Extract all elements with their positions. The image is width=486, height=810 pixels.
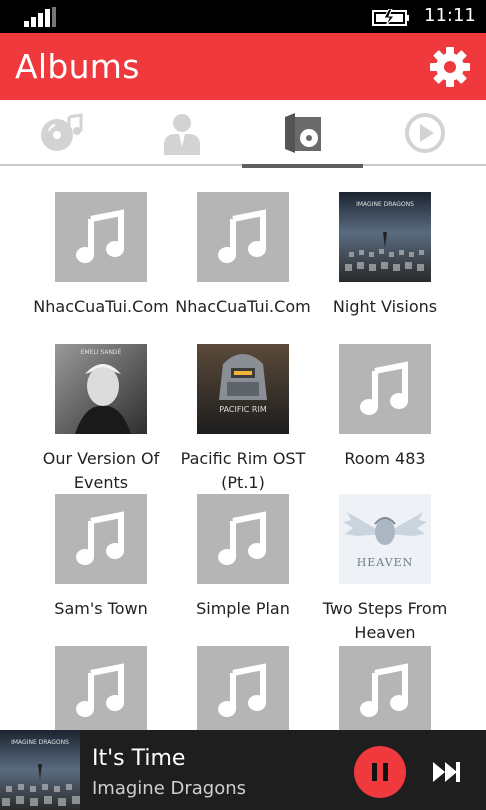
album-art-image: EMELI SANDÉ [55, 344, 147, 434]
cover-text: IMAGINE DRAGONS [356, 201, 414, 208]
album-cover [55, 494, 147, 584]
tab-albums[interactable] [242, 100, 363, 168]
album-name: Simple Plan [196, 599, 290, 618]
music-note-icon [218, 209, 266, 263]
signal-bars-icon [24, 7, 56, 27]
music-note-icon [76, 209, 124, 263]
album-name: Room 483 [344, 449, 426, 468]
album-name: Our Version Of Events [42, 449, 160, 492]
now-playing-artist: Imagine Dragons [92, 778, 247, 799]
cover-text: HEAVEN [357, 556, 414, 569]
music-note-icon [76, 663, 124, 717]
album-cover [197, 494, 289, 584]
battery-charging-icon [372, 9, 409, 26]
tab-songs[interactable] [0, 100, 121, 166]
now-playing-art[interactable]: IMAGINE DRAGONS [0, 730, 80, 810]
music-note-icon [218, 511, 266, 565]
gear-icon[interactable] [428, 45, 472, 89]
now-playing-bar[interactable]: IMAGINE DRAGONS It's Time Imagine Dragon… [0, 730, 486, 810]
page-title: Albums [15, 47, 140, 86]
album-name: Two Steps From Heaven [322, 599, 448, 642]
album-name: Sam's Town [54, 599, 148, 618]
pause-button[interactable] [354, 746, 406, 798]
album-cover-night-visions: IMAGINE DRAGONS [339, 192, 431, 282]
person-icon [163, 114, 200, 155]
cover-text: IMAGINE DRAGONS [11, 739, 69, 746]
album-art-image: HEAVEN [339, 494, 431, 584]
music-note-icon [76, 511, 124, 565]
tab-artists[interactable] [121, 100, 242, 166]
status-bar: 11:11 [0, 0, 486, 33]
music-note-icon [218, 663, 266, 717]
tab-bar [0, 100, 486, 168]
music-note-icon [360, 663, 408, 717]
album-cover-our-version: EMELI SANDÉ [55, 344, 147, 434]
pause-icon-bar [383, 763, 388, 781]
app-header: Albums [0, 33, 486, 100]
album-art-image: IMAGINE DRAGONS [0, 730, 80, 810]
album-cover-pacific-rim: PACIFIC RIM [197, 344, 289, 434]
now-playing-pointer [333, 730, 361, 744]
album-name: Night Visions [332, 297, 438, 316]
album-art-image: IMAGINE DRAGONS [339, 192, 431, 282]
play-circle-icon [404, 113, 445, 153]
music-note-icon [360, 361, 408, 415]
album-name: NhacCuaTui.Com [175, 297, 311, 316]
cover-text: PACIFIC RIM [219, 405, 267, 414]
album-cover [339, 344, 431, 434]
tab-now-playing[interactable] [364, 100, 485, 166]
album-name: NhacCuaTui.Com [33, 297, 169, 316]
disc-music-icon [40, 113, 82, 151]
album-cover-two-steps: HEAVEN [339, 494, 431, 584]
album-cover [55, 192, 147, 282]
status-time: 11:11 [424, 5, 476, 26]
album-cover [339, 646, 431, 730]
album-case-icon [284, 113, 321, 153]
cover-text: EMELI SANDÉ [81, 348, 122, 356]
album-cover [55, 646, 147, 730]
album-cover [197, 646, 289, 730]
pause-icon [372, 763, 377, 781]
skip-next-icon[interactable] [430, 756, 462, 788]
now-playing-title: It's Time [92, 746, 186, 771]
album-cover [197, 192, 289, 282]
album-grid: NhacCuaTui.Com NhacCuaTui.Com IMAGINE DR… [0, 168, 486, 730]
album-art-image: PACIFIC RIM [197, 344, 289, 434]
album-name: Pacific Rim OST (Pt.1) [180, 449, 306, 492]
